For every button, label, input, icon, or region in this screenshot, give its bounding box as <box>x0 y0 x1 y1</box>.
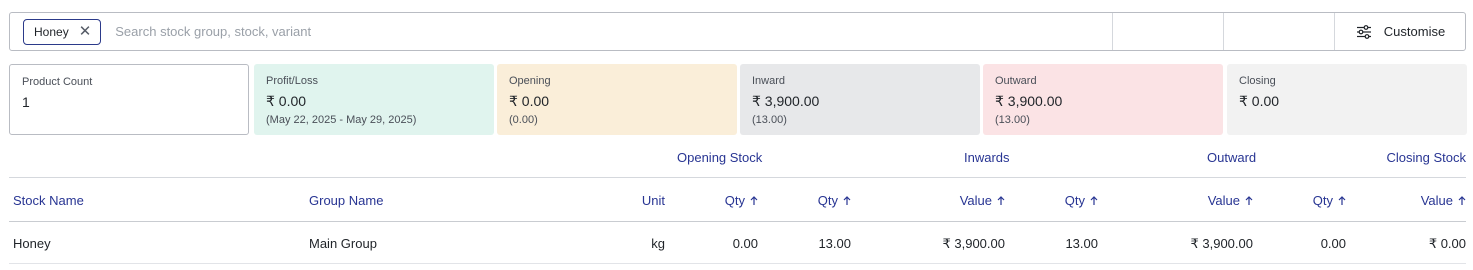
card-value: ₹ 3,900.00 <box>995 93 1063 109</box>
divider <box>9 221 1466 222</box>
card-label: Closing <box>1239 75 1276 87</box>
customise-button[interactable]: Customise <box>1334 13 1466 50</box>
arrow-up-icon <box>1338 196 1346 205</box>
opening-card: Opening ₹ 0.00 (0.00) <box>497 64 737 135</box>
card-value: 1 <box>22 94 30 110</box>
column-header-opening-qty[interactable]: Qty <box>725 193 758 208</box>
toolbar-slot-1[interactable] <box>1112 13 1223 50</box>
group-header-opening-stock: Opening Stock <box>677 150 763 165</box>
column-header-outward-qty[interactable]: Qty <box>1065 193 1098 208</box>
toolbar-slot-2[interactable] <box>1223 13 1334 50</box>
group-header-inwards: Inwards <box>964 150 1010 165</box>
filter-chip-label: Honey <box>34 24 69 39</box>
column-header-closing-value[interactable]: Value <box>1421 193 1466 208</box>
arrow-up-icon <box>1090 196 1098 205</box>
customise-label: Customise <box>1383 24 1446 39</box>
column-header-stock-name[interactable]: Stock Name <box>13 193 84 208</box>
card-value: ₹ 0.00 <box>509 93 550 109</box>
column-header-inward-value[interactable]: Value <box>960 193 1005 208</box>
column-header-unit[interactable]: Unit <box>642 193 665 208</box>
column-header-label: Qty <box>724 193 745 208</box>
cell-outward-value: ₹ 3,900.00 <box>1190 236 1254 251</box>
filter-chip-honey[interactable]: Honey ✕ <box>23 18 102 45</box>
card-label: Inward <box>752 75 786 87</box>
card-label: Outward <box>995 75 1037 87</box>
cell-closing-value: ₹ 0.00 <box>1428 236 1466 251</box>
sliders-icon <box>1356 24 1371 39</box>
search-bar: Honey ✕ Customise <box>9 12 1466 51</box>
card-value: ₹ 0.00 <box>1239 93 1280 109</box>
cell-unit: kg <box>651 236 665 251</box>
card-date-range: (May 22, 2025 - May 29, 2025) <box>266 114 417 126</box>
column-header-label: Qty <box>817 193 838 208</box>
arrow-up-icon <box>997 196 1005 205</box>
divider <box>9 263 1466 264</box>
card-qty: (0.00) <box>509 114 538 126</box>
column-header-label: Value <box>1207 193 1240 208</box>
card-qty: (13.00) <box>995 114 1030 126</box>
cell-group-name: Main Group <box>309 236 377 251</box>
profit-loss-card: Profit/Loss ₹ 0.00 (May 22, 2025 - May 2… <box>254 64 494 135</box>
cell-inward-qty: 13.00 <box>818 236 851 251</box>
cell-opening-qty: 0.00 <box>732 236 758 251</box>
column-header-label: Value <box>959 193 992 208</box>
column-header-outward-value[interactable]: Value <box>1208 193 1253 208</box>
card-value: ₹ 0.00 <box>266 93 307 109</box>
product-count-card: Product Count 1 <box>9 64 249 135</box>
cell-outward-qty: 13.00 <box>1065 236 1098 251</box>
cell-stock-name: Honey <box>13 236 51 251</box>
outward-card: Outward ₹ 3,900.00 (13.00) <box>983 64 1223 135</box>
column-header-group-name[interactable]: Group Name <box>309 193 383 208</box>
card-value: ₹ 3,900.00 <box>752 93 820 109</box>
cell-inward-value: ₹ 3,900.00 <box>942 236 1006 251</box>
card-label: Opening <box>509 75 551 87</box>
card-label: Product Count <box>22 76 93 88</box>
column-header-closing-qty[interactable]: Qty <box>1313 193 1346 208</box>
divider <box>9 177 1466 178</box>
column-header-inward-qty[interactable]: Qty <box>818 193 851 208</box>
card-label: Profit/Loss <box>266 75 318 87</box>
column-header-label: Qty <box>1312 193 1333 208</box>
arrow-up-icon <box>1458 196 1466 205</box>
arrow-up-icon <box>750 196 758 205</box>
cell-closing-qty: 0.00 <box>1320 236 1346 251</box>
arrow-up-icon <box>843 196 851 205</box>
inward-card: Inward ₹ 3,900.00 (13.00) <box>740 64 980 135</box>
search-input[interactable] <box>115 16 1096 47</box>
column-header-label: Qty <box>1064 193 1085 208</box>
group-header-outward: Outward <box>1207 150 1257 165</box>
closing-card: Closing ₹ 0.00 <box>1227 64 1467 135</box>
card-qty: (13.00) <box>752 114 787 126</box>
arrow-up-icon <box>1245 196 1253 205</box>
group-header-closing-stock: Closing Stock <box>1386 150 1466 165</box>
close-icon[interactable]: ✕ <box>79 24 92 39</box>
column-header-label: Value <box>1420 193 1453 208</box>
